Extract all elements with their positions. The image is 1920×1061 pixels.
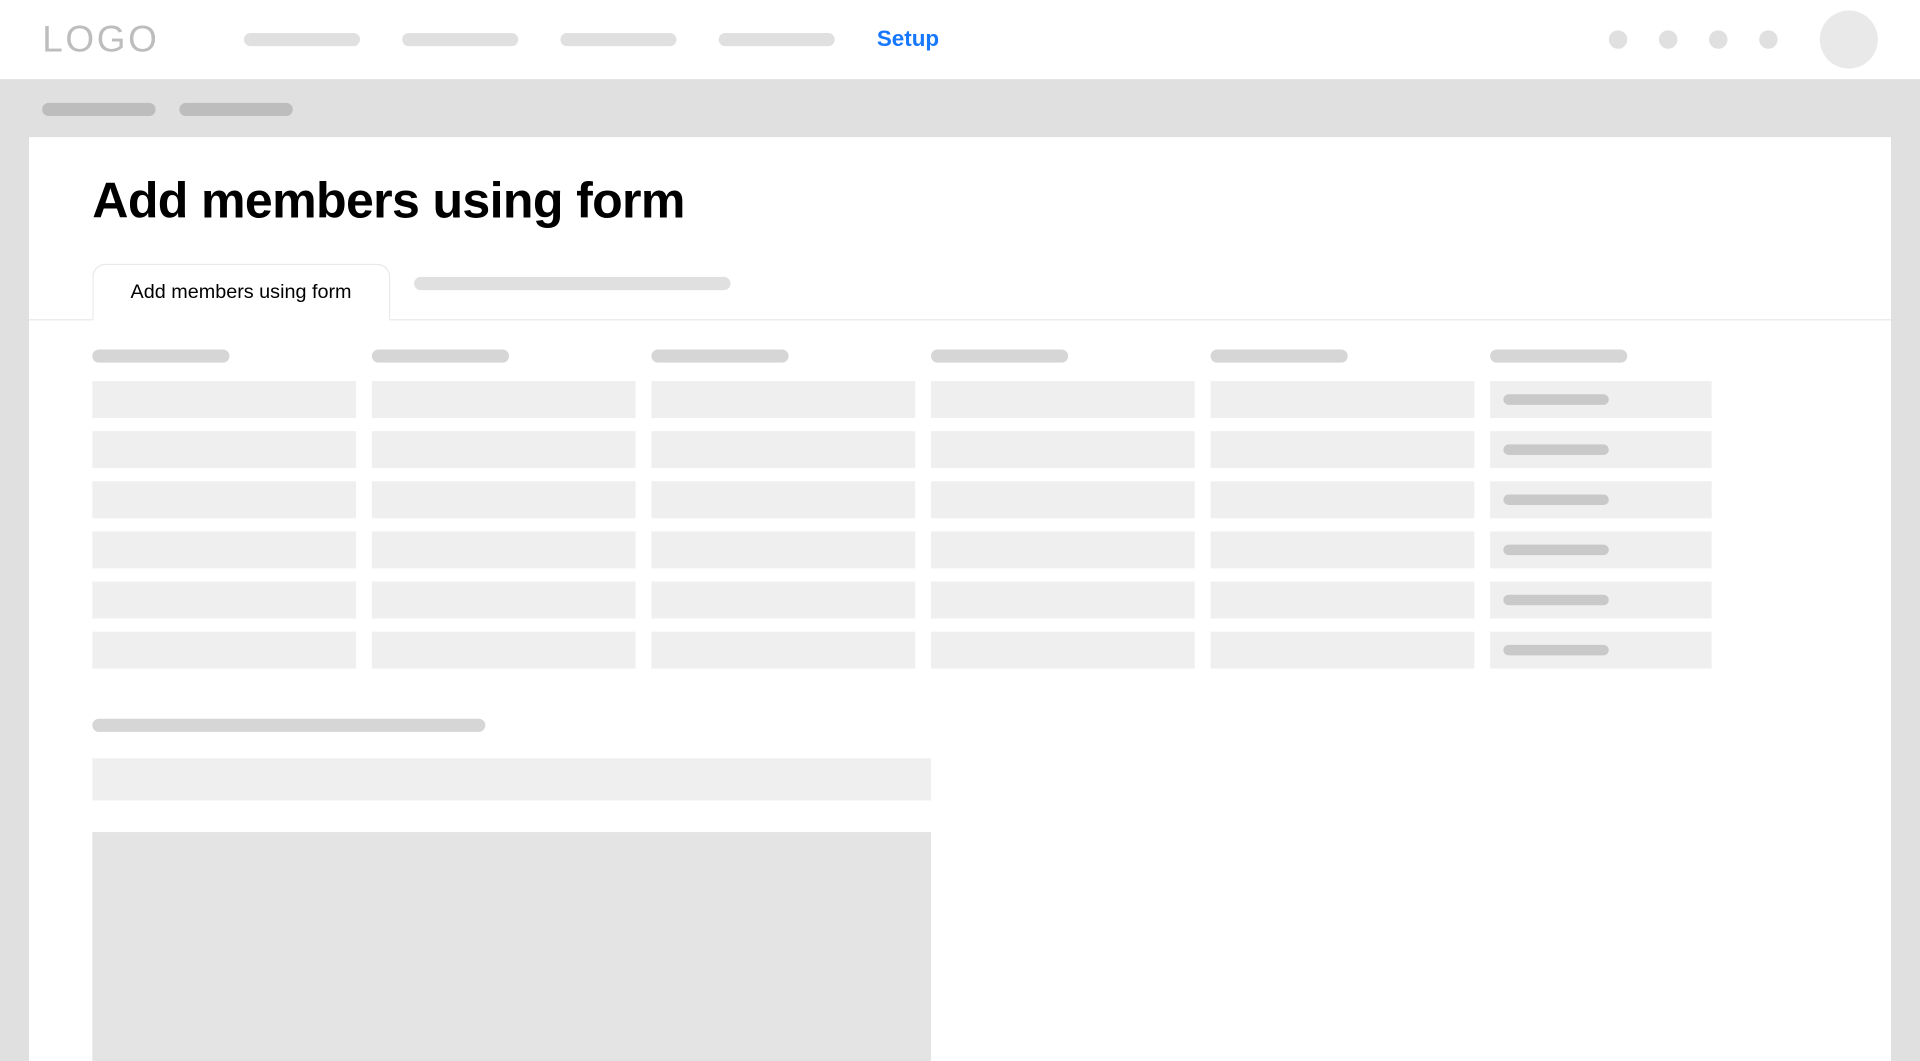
- grid-cell-input[interactable]: [92, 481, 356, 518]
- nav-item-placeholder[interactable]: [560, 33, 676, 46]
- grid-row: [92, 381, 1827, 418]
- select-value-placeholder: [1503, 545, 1608, 556]
- breadcrumb-item[interactable]: [42, 103, 155, 116]
- grid-cell-input[interactable]: [651, 431, 915, 468]
- grid-cell-select[interactable]: [1490, 632, 1712, 669]
- stage: Add members using form Add members using…: [0, 79, 1920, 1061]
- header-icon[interactable]: [1709, 30, 1727, 48]
- page-title: Add members using form: [29, 174, 1891, 231]
- additional-fields: [29, 682, 1891, 1061]
- select-value-placeholder: [1503, 645, 1608, 656]
- nav-item-placeholder[interactable]: [244, 33, 360, 46]
- grid-cell-select[interactable]: [1490, 531, 1712, 568]
- grid-cell-input[interactable]: [372, 632, 636, 669]
- nav-items: Setup: [244, 26, 939, 52]
- grid-row: [92, 431, 1827, 468]
- tabs: Add members using form: [29, 262, 1891, 320]
- grid-cell-input[interactable]: [372, 582, 636, 619]
- avatar[interactable]: [1820, 11, 1878, 69]
- grid-cell-input[interactable]: [92, 431, 356, 468]
- grid-cell-input[interactable]: [1211, 431, 1475, 468]
- logo[interactable]: LOGO: [42, 18, 159, 60]
- grid-cell-input[interactable]: [92, 582, 356, 619]
- breadcrumb-item[interactable]: [179, 103, 292, 116]
- textarea-placeholder[interactable]: [92, 832, 931, 1061]
- grid-cell-input[interactable]: [92, 632, 356, 669]
- grid-cell-input[interactable]: [1211, 632, 1475, 669]
- column-header: [1490, 349, 1627, 362]
- header-icon[interactable]: [1659, 30, 1677, 48]
- grid-cell-select[interactable]: [1490, 431, 1712, 468]
- header-icon[interactable]: [1759, 30, 1777, 48]
- grid-row: [92, 531, 1827, 568]
- grid-cell-input[interactable]: [651, 632, 915, 669]
- grid-cell-input[interactable]: [92, 381, 356, 418]
- grid-cell-input[interactable]: [931, 381, 1195, 418]
- tab-add-members-form[interactable]: Add members using form: [92, 264, 389, 321]
- grid-cell-input[interactable]: [92, 531, 356, 568]
- select-value-placeholder: [1503, 595, 1608, 606]
- grid-cell-input[interactable]: [372, 431, 636, 468]
- select-value-placeholder: [1503, 444, 1608, 455]
- breadcrumb: [29, 79, 1891, 137]
- nav-item-placeholder[interactable]: [719, 33, 835, 46]
- grid-cell-input[interactable]: [651, 582, 915, 619]
- grid-cell-select[interactable]: [1490, 381, 1712, 418]
- nav-item-setup[interactable]: Setup: [877, 26, 939, 52]
- grid-cell-input[interactable]: [931, 632, 1195, 669]
- grid-cell-input[interactable]: [931, 481, 1195, 518]
- grid-cell-input[interactable]: [931, 582, 1195, 619]
- grid-cell-select[interactable]: [1490, 481, 1712, 518]
- grid-row: [92, 582, 1827, 619]
- grid-cell-input[interactable]: [372, 381, 636, 418]
- grid-cell-input[interactable]: [931, 531, 1195, 568]
- nav-right: [1609, 11, 1878, 69]
- tab-placeholder[interactable]: [414, 276, 730, 289]
- top-nav: LOGO Setup: [0, 0, 1920, 79]
- grid-cell-select[interactable]: [1490, 582, 1712, 619]
- select-value-placeholder: [1503, 394, 1608, 405]
- grid-cell-input[interactable]: [651, 481, 915, 518]
- grid-row: [92, 481, 1827, 518]
- field-label-placeholder: [92, 719, 485, 732]
- grid-cell-input[interactable]: [1211, 381, 1475, 418]
- grid-cell-input[interactable]: [931, 431, 1195, 468]
- members-grid: [29, 320, 1891, 668]
- text-input-placeholder[interactable]: [92, 758, 931, 800]
- grid-cell-input[interactable]: [372, 531, 636, 568]
- column-header: [1211, 349, 1348, 362]
- select-value-placeholder: [1503, 495, 1608, 506]
- column-header: [651, 349, 788, 362]
- column-header: [92, 349, 229, 362]
- column-header: [931, 349, 1068, 362]
- grid-cell-input[interactable]: [1211, 531, 1475, 568]
- grid-cell-input[interactable]: [651, 531, 915, 568]
- grid-cell-input[interactable]: [1211, 582, 1475, 619]
- grid-cell-input[interactable]: [1211, 481, 1475, 518]
- main-card: Add members using form Add members using…: [29, 137, 1891, 1061]
- grid-cell-input[interactable]: [651, 381, 915, 418]
- nav-item-placeholder[interactable]: [402, 33, 518, 46]
- column-header: [372, 349, 509, 362]
- grid-header-row: [92, 349, 1827, 362]
- header-icon[interactable]: [1609, 30, 1627, 48]
- grid-cell-input[interactable]: [372, 481, 636, 518]
- grid-row: [92, 632, 1827, 669]
